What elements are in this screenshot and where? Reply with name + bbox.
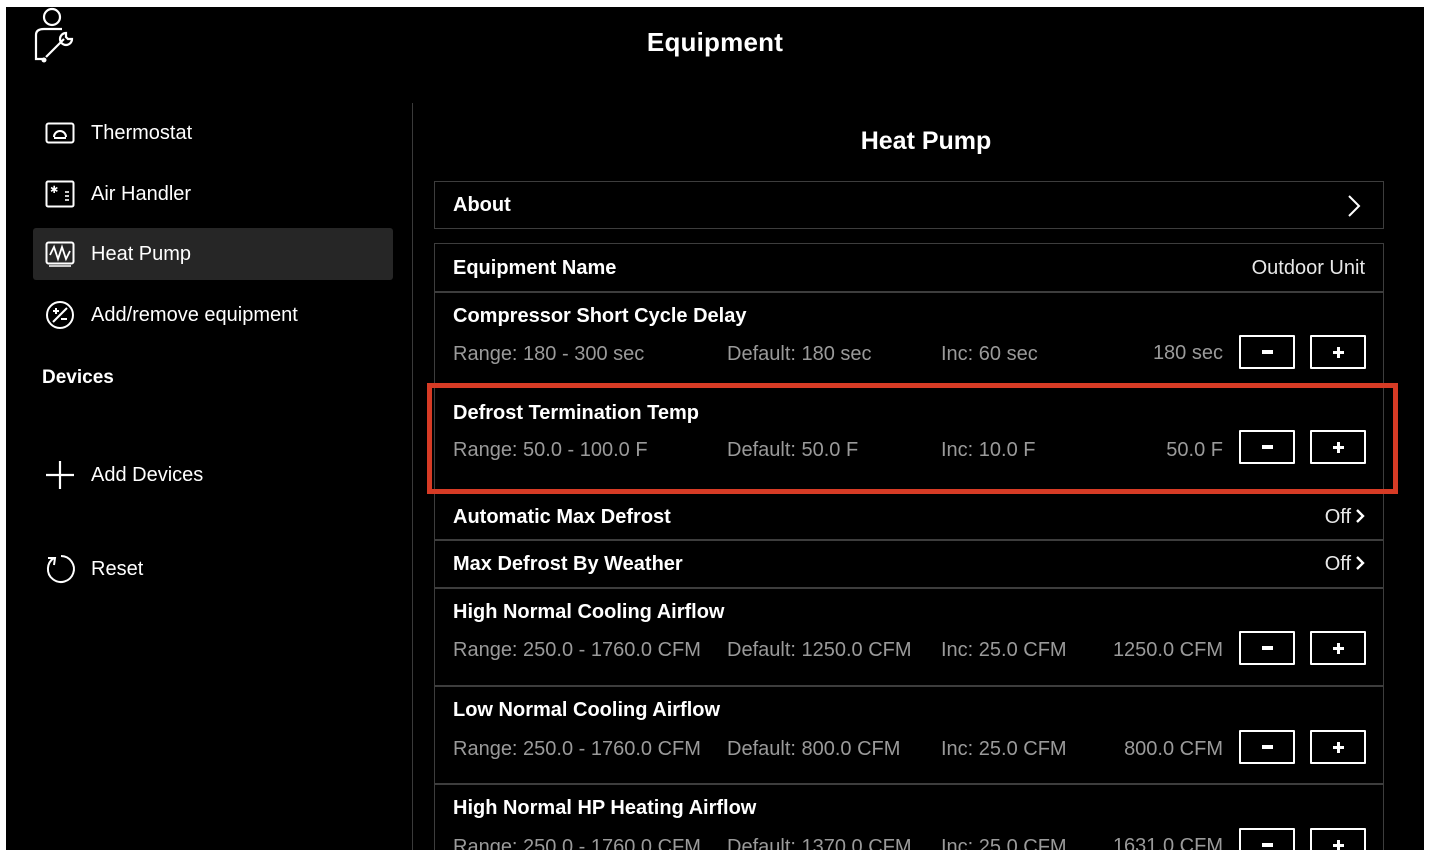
setting-increment: Inc: 25.0 CFM bbox=[941, 738, 1067, 760]
air-handler-icon: ✱ bbox=[45, 180, 77, 208]
max-defrost-by-weather-row[interactable]: Max Defrost By Weather Off bbox=[435, 541, 1383, 587]
increment-button[interactable] bbox=[1310, 430, 1366, 464]
setting-title: Compressor Short Cycle Delay bbox=[453, 305, 747, 327]
plus-icon bbox=[1332, 839, 1344, 850]
setting-range: Range: 180 - 300 sec bbox=[453, 343, 645, 365]
section-title: Heat Pump bbox=[860, 127, 992, 155]
reset-button[interactable]: Reset bbox=[33, 543, 393, 595]
setting-value: 1631.0 CFM bbox=[1112, 835, 1223, 850]
setting-row: High Normal HP Heating Airflow Range: 25… bbox=[435, 785, 1383, 850]
plus-icon bbox=[1332, 346, 1344, 358]
setting-title: Automatic Max Defrost bbox=[453, 506, 671, 528]
minus-icon bbox=[1261, 350, 1273, 354]
sidebar-item-thermostat[interactable]: Thermostat bbox=[33, 107, 393, 159]
setting-default: Default: 50.0 F bbox=[727, 439, 859, 461]
equipment-name-label: Equipment Name bbox=[453, 257, 617, 279]
setting-increment: Inc: 10.0 F bbox=[941, 439, 1036, 461]
chevron-right-icon bbox=[1355, 555, 1365, 576]
decrement-button[interactable] bbox=[1239, 730, 1295, 764]
reset-icon bbox=[45, 555, 77, 583]
setting-range: Range: 50.0 - 100.0 F bbox=[453, 439, 648, 461]
equipment-name-row[interactable]: Equipment Name Outdoor Unit bbox=[435, 244, 1383, 292]
about-row[interactable]: About bbox=[434, 181, 1384, 229]
equipment-name-value: Outdoor Unit bbox=[1251, 257, 1365, 279]
setting-title: High Normal Cooling Airflow bbox=[453, 601, 725, 623]
automatic-max-defrost-row[interactable]: Automatic Max Defrost Off bbox=[435, 493, 1383, 539]
sidebar-item-label: Heat Pump bbox=[91, 242, 192, 265]
minus-icon bbox=[1261, 646, 1273, 650]
chevron-right-icon bbox=[1347, 194, 1361, 223]
decrement-button[interactable] bbox=[1239, 335, 1295, 369]
sidebar-item-label: Add/remove equipment bbox=[91, 303, 298, 326]
settings-list: Equipment Name Outdoor Unit Compressor S… bbox=[434, 243, 1384, 850]
setting-row: Low Normal Cooling Airflow Range: 250.0 … bbox=[435, 687, 1383, 783]
setting-value: 50.0 F bbox=[1166, 439, 1223, 461]
minus-icon bbox=[1261, 445, 1273, 449]
setting-range: Range: 250.0 - 1760.0 CFM bbox=[453, 836, 701, 850]
setting-value: Off bbox=[1324, 553, 1351, 575]
setting-title: Defrost Termination Temp bbox=[453, 402, 699, 424]
minus-icon bbox=[1261, 745, 1273, 749]
plus-icon bbox=[45, 461, 77, 489]
setting-default: Default: 1370.0 CFM bbox=[727, 836, 912, 850]
reset-label: Reset bbox=[91, 557, 144, 580]
setting-increment: Inc: 25.0 CFM bbox=[941, 639, 1067, 661]
setting-title: Max Defrost By Weather bbox=[453, 553, 683, 575]
plus-icon bbox=[1332, 642, 1344, 654]
sidebar-item-heat-pump[interactable]: Heat Pump bbox=[33, 228, 393, 280]
add-devices-label: Add Devices bbox=[91, 463, 204, 486]
sidebar-divider bbox=[412, 103, 413, 850]
plus-icon bbox=[1332, 741, 1344, 753]
setting-value: 1250.0 CFM bbox=[1112, 639, 1223, 661]
sidebar-item-label: Thermostat bbox=[91, 121, 193, 144]
increment-button[interactable] bbox=[1310, 335, 1366, 369]
decrement-button[interactable] bbox=[1239, 631, 1295, 665]
decrement-button[interactable] bbox=[1239, 828, 1295, 850]
setting-default: Default: 800.0 CFM bbox=[727, 738, 901, 760]
heat-pump-icon bbox=[45, 240, 77, 268]
setting-value: Off bbox=[1324, 506, 1351, 528]
setting-default: Default: 1250.0 CFM bbox=[727, 639, 912, 661]
app-window: Equipment Thermostat ✱ Air Handler Heat … bbox=[6, 7, 1424, 850]
increment-button[interactable] bbox=[1310, 631, 1366, 665]
setting-row: Defrost Termination Temp Range: 50.0 - 1… bbox=[435, 390, 1383, 486]
setting-increment: Inc: 60 sec bbox=[941, 343, 1038, 365]
sidebar-item-label: Air Handler bbox=[91, 182, 192, 205]
add-remove-icon bbox=[45, 301, 77, 329]
decrement-button[interactable] bbox=[1239, 430, 1295, 464]
devices-heading: Devices bbox=[42, 367, 114, 388]
thermostat-icon bbox=[45, 119, 77, 147]
increment-button[interactable] bbox=[1310, 828, 1366, 850]
minus-icon bbox=[1261, 843, 1273, 847]
add-devices-button[interactable]: Add Devices bbox=[33, 449, 393, 501]
setting-increment: Inc: 25.0 CFM bbox=[941, 836, 1067, 850]
setting-range: Range: 250.0 - 1760.0 CFM bbox=[453, 639, 701, 661]
setting-value: 800.0 CFM bbox=[1124, 738, 1223, 760]
svg-text:✱: ✱ bbox=[50, 185, 58, 196]
setting-range: Range: 250.0 - 1760.0 CFM bbox=[453, 738, 701, 760]
setting-title: Low Normal Cooling Airflow bbox=[453, 699, 721, 721]
page-title: Equipment bbox=[646, 27, 784, 57]
setting-value: 180 sec bbox=[1152, 342, 1223, 364]
sidebar-item-air-handler[interactable]: ✱ Air Handler bbox=[33, 168, 393, 220]
increment-button[interactable] bbox=[1310, 730, 1366, 764]
sidebar: Thermostat ✱ Air Handler Heat Pump Add/r… bbox=[6, 103, 406, 850]
plus-icon bbox=[1332, 441, 1344, 453]
setting-row: Compressor Short Cycle Delay Range: 180 … bbox=[435, 293, 1383, 385]
setting-default: Default: 180 sec bbox=[727, 343, 872, 365]
chevron-right-icon bbox=[1355, 508, 1365, 529]
setting-title: High Normal HP Heating Airflow bbox=[453, 797, 757, 819]
setting-row: High Normal Cooling Airflow Range: 250.0… bbox=[435, 589, 1383, 685]
sidebar-item-add-remove-equipment[interactable]: Add/remove equipment bbox=[33, 289, 393, 341]
about-label: About bbox=[453, 194, 511, 216]
row-divider bbox=[435, 384, 1383, 386]
